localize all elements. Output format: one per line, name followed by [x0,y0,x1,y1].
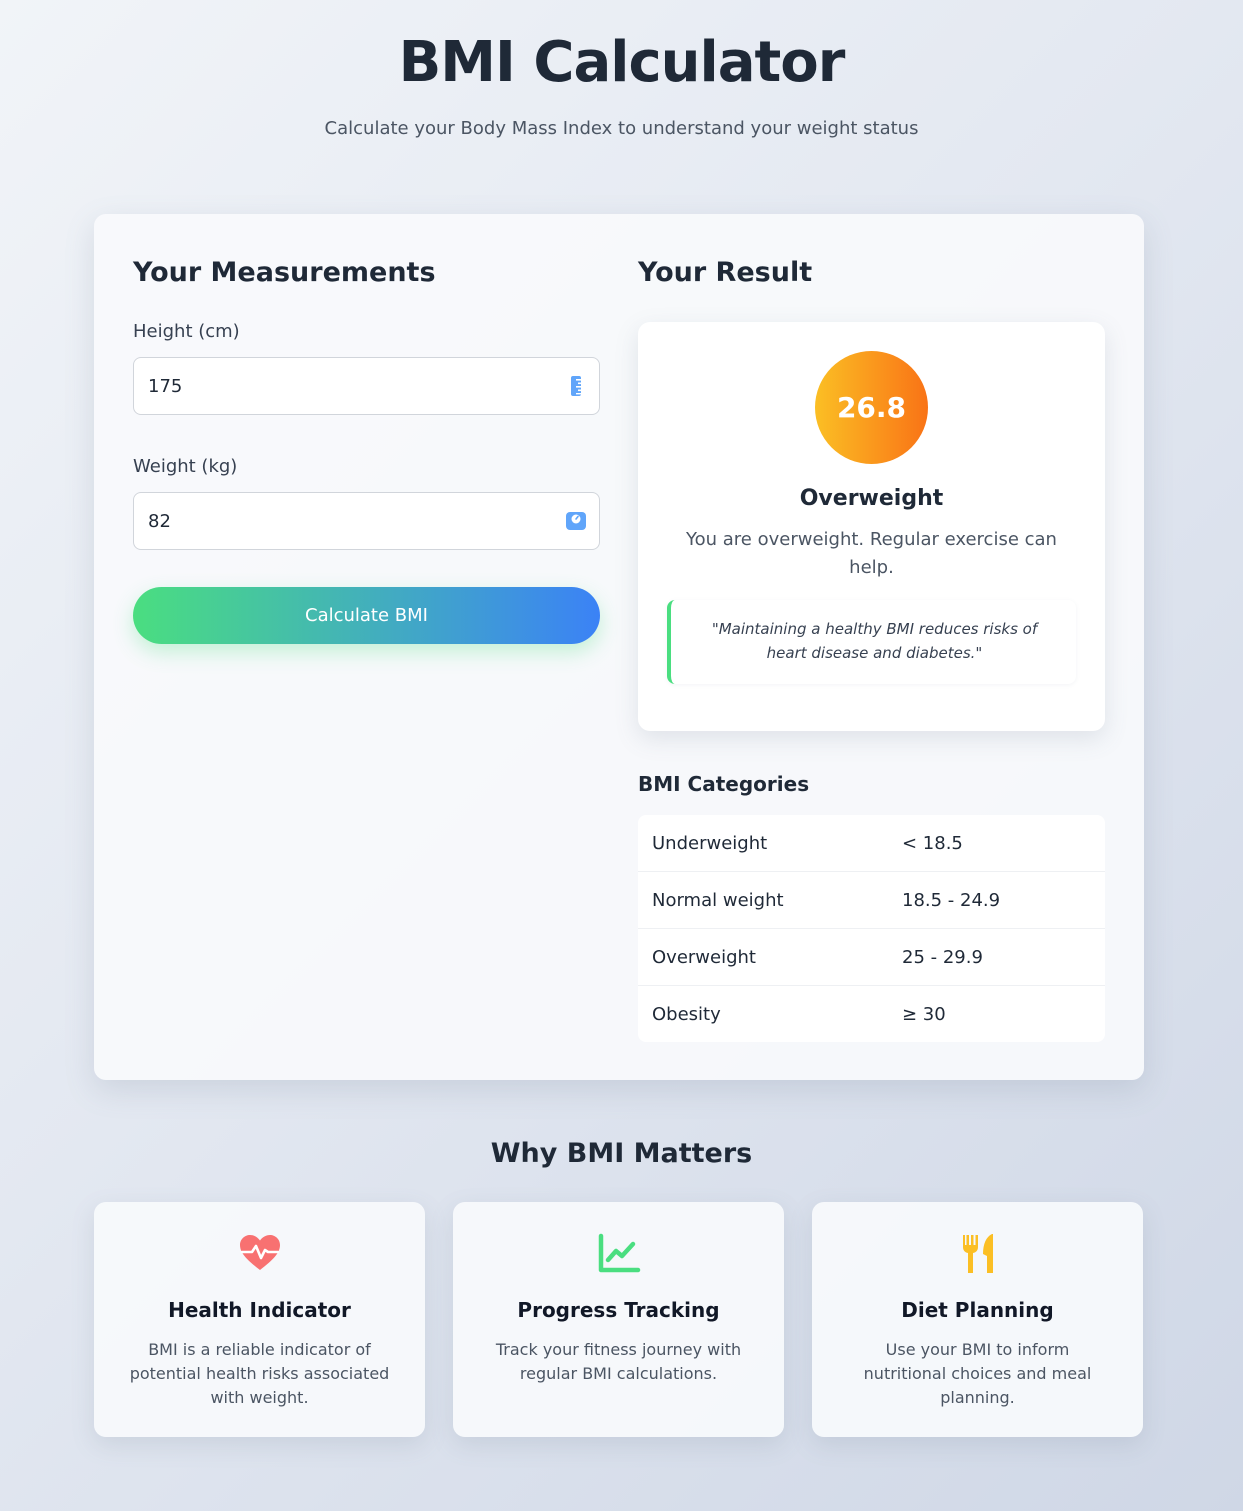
category-range: ≥ 30 [902,1003,946,1025]
feature-card-diet: Diet Planning Use your BMI to inform nut… [812,1202,1143,1437]
height-field-wrapper [133,357,600,415]
category-name: Underweight [652,832,768,854]
category-name: Overweight [652,946,756,968]
feature-title: Diet Planning [901,1298,1054,1322]
result-title: Your Result [638,257,813,288]
bmi-status: Overweight [799,486,944,511]
chart-line-icon [598,1233,641,1273]
category-range: < 18.5 [902,832,963,854]
page-title: BMI Calculator [398,30,846,95]
page-subtitle: Calculate your Body Mass Index to unders… [324,118,919,139]
bmi-value-circle: 26.8 [815,351,928,464]
feature-description: Track your fitness journey with regular … [495,1340,742,1383]
category-row: Obesity ≥ 30 [638,986,1105,1042]
category-row: Underweight < 18.5 [638,815,1105,872]
page-header: BMI Calculator Calculate your Body Mass … [0,28,1243,139]
feature-description: BMI is a reliable indicator of potential… [129,1340,390,1407]
categories-title: BMI Categories [638,772,810,796]
category-name: Normal weight [652,889,784,911]
weight-input[interactable] [134,493,599,549]
category-range: 25 - 29.9 [902,946,983,968]
ruler-icon [571,376,581,396]
scale-icon [566,512,586,530]
category-name: Obesity [652,1003,721,1025]
feature-title: Health Indicator [168,1298,351,1322]
measurements-panel: Your Measurements Height (cm) Weight (kg… [133,256,600,644]
height-input[interactable] [134,358,599,414]
heart-pulse-icon [240,1235,280,1270]
feature-description: Use your BMI to inform nutritional choic… [863,1340,1092,1407]
result-panel: Your Result 26.8 Overweight You are over… [638,256,1105,1042]
feature-card-progress: Progress Tracking Track your fitness jou… [453,1202,784,1437]
category-range: 18.5 - 24.9 [902,889,1001,911]
bmi-status-description: You are overweight. Regular exercise can… [686,529,1057,578]
why-bmi-title: Why BMI Matters [490,1138,753,1169]
health-quote: "Maintaining a healthy BMI reduces risks… [667,600,1076,684]
category-row: Normal weight 18.5 - 24.9 [638,872,1105,929]
measurements-title: Your Measurements [133,257,436,288]
weight-label: Weight (kg) [133,456,238,477]
height-label: Height (cm) [133,321,240,342]
utensils-icon [963,1234,993,1273]
feature-card-health: Health Indicator BMI is a reliable indic… [94,1202,425,1437]
calculate-bmi-button[interactable]: Calculate BMI [133,587,600,644]
result-card: 26.8 Overweight You are overweight. Regu… [638,322,1105,731]
calculator-card: Your Measurements Height (cm) Weight (kg… [94,214,1144,1080]
category-row: Overweight 25 - 29.9 [638,929,1105,986]
categories-table: Underweight < 18.5 Normal weight 18.5 - … [638,815,1105,1042]
feature-title: Progress Tracking [517,1298,720,1322]
weight-field-wrapper [133,492,600,550]
